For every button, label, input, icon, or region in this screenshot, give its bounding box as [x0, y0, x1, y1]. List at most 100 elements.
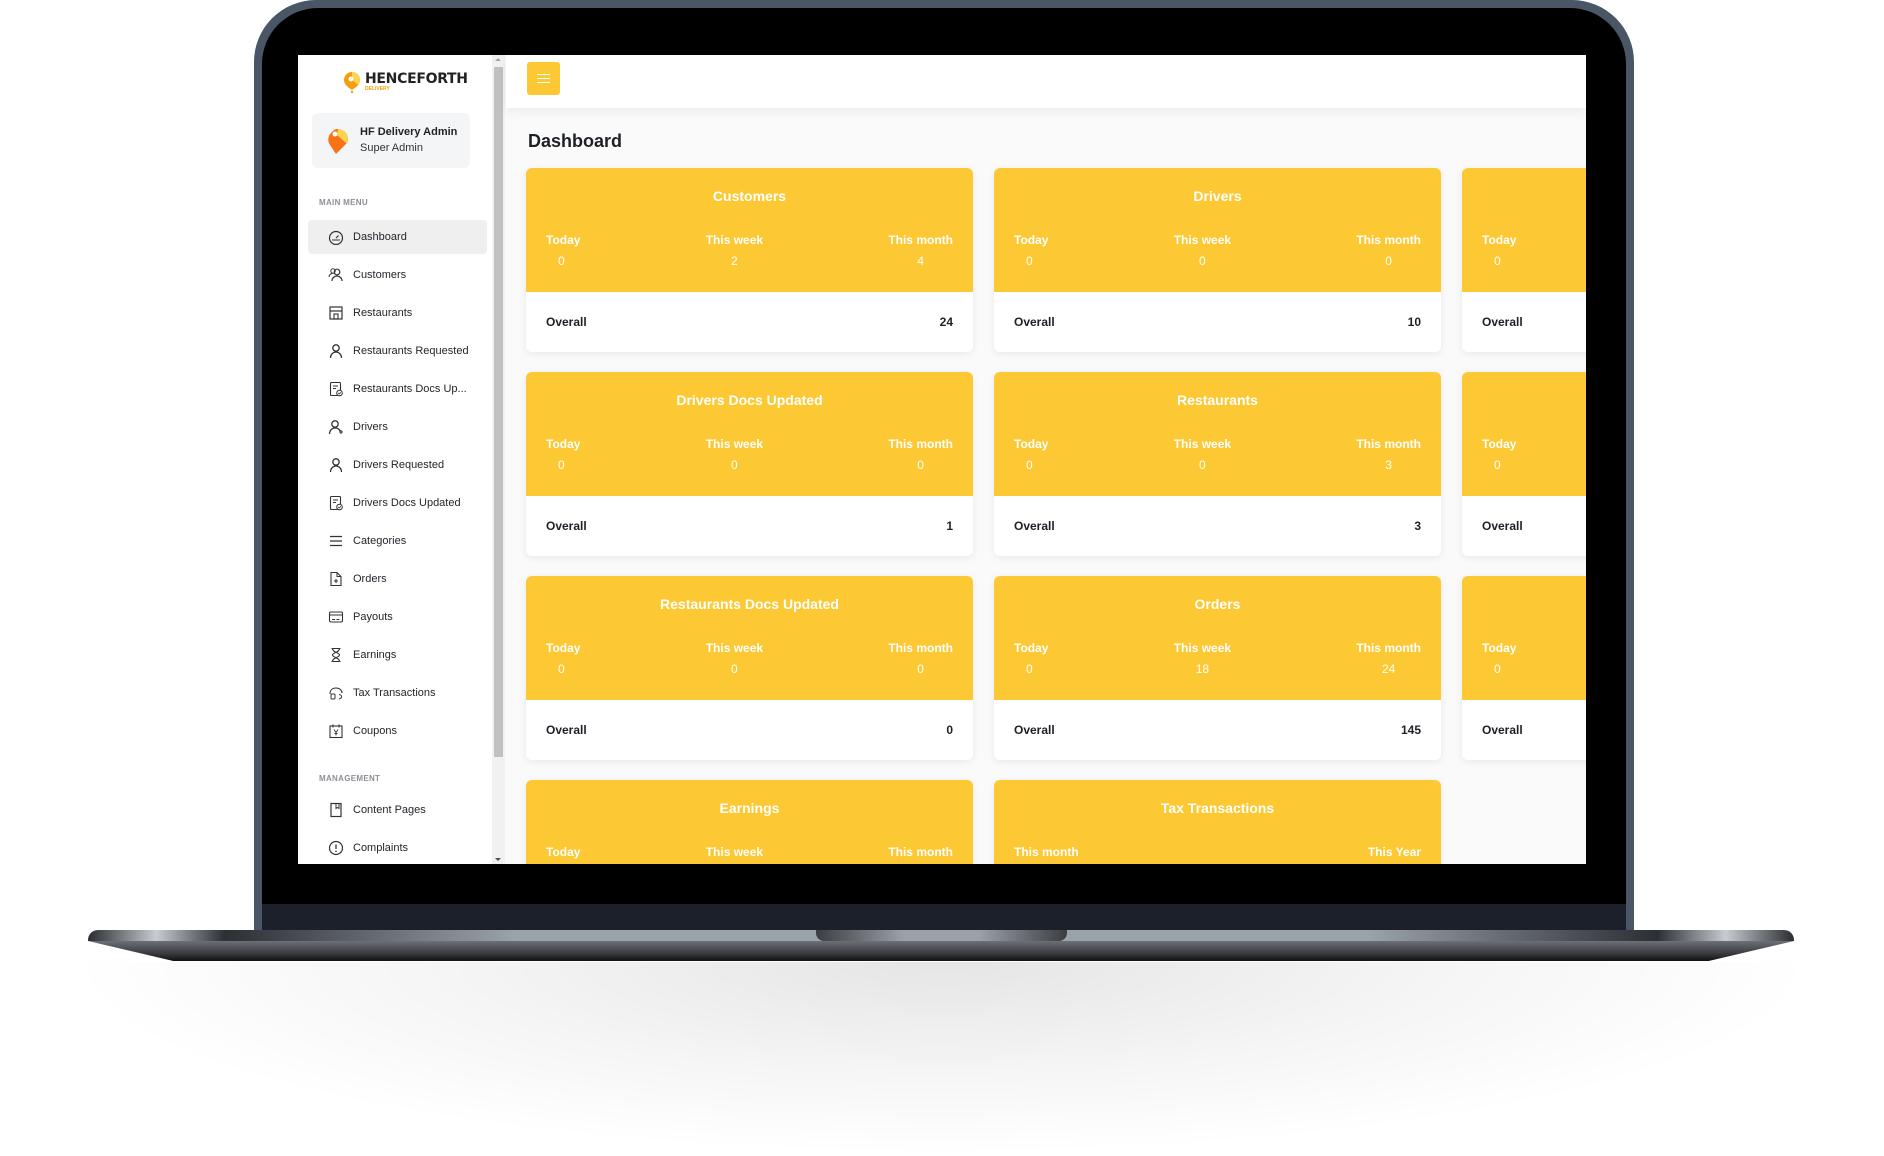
brand-logo[interactable]: HENCEFORTH DELIVERY — [343, 67, 468, 97]
stat-card-orders[interactable]: Orders Today 0 This week 18 This month 24 Overa… — [994, 576, 1441, 760]
sidebar-item-dashboard[interactable]: Dashboard — [308, 220, 487, 254]
stat-card-partial-2[interactable]: Today 0 Overall — [1462, 168, 1586, 352]
stat-value: 0 — [731, 662, 738, 676]
stat-label: This week — [705, 641, 764, 655]
sidebar-item-label: Orders — [353, 573, 387, 585]
alert-circle-icon — [328, 840, 344, 856]
sidebar-item-restaurants-requested[interactable]: Restaurants Requested — [308, 334, 487, 368]
sidebar-item-tax-transactions[interactable]: Tax Transactions — [308, 676, 487, 710]
main-menu: Dashboard Customers Restaurants Restaurants… — [308, 220, 487, 752]
stat-label: This week — [1173, 437, 1232, 451]
card-overall-row: Overall 24 — [526, 292, 973, 352]
card-overall-row: Overall 0 — [526, 700, 973, 760]
stat-card-earnings[interactable]: Earnings Today This week This month — [526, 780, 973, 864]
stat-value: 4 — [917, 254, 924, 268]
stat-this-month: This month 3 — [1356, 434, 1421, 476]
stat-this-week: This week 0 — [706, 434, 763, 476]
stat-card-partial-5[interactable]: Today 0 Overall — [1462, 372, 1586, 556]
card-header: Today 0 — [1462, 372, 1586, 496]
card-stats: Today 0 This week 0 This month 0 — [546, 638, 953, 680]
stat-value: 0 — [558, 662, 565, 676]
sidebar-item-drivers[interactable]: Drivers — [308, 410, 487, 444]
profile-card[interactable]: HF Delivery Admin Super Admin — [312, 113, 470, 168]
stat-card-tax-transactions[interactable]: Tax Transactions This month This Year — [994, 780, 1441, 864]
document-check-icon — [328, 495, 344, 511]
brand-name: HENCEFORTH — [365, 71, 468, 87]
sidebar-scrollbar[interactable] — [492, 55, 505, 864]
stat-card-restaurants-docs-updated[interactable]: Restaurants Docs Updated Today 0 This week 0… — [526, 576, 973, 760]
sidebar-item-restaurants-docs-up[interactable]: Restaurants Docs Up... — [308, 372, 487, 406]
sidebar-item-coupons[interactable]: Coupons — [308, 714, 487, 748]
stat-today: Today 0 — [546, 434, 580, 476]
laptop-shadow — [60, 962, 1824, 1156]
stat-value: 24 — [1381, 662, 1396, 676]
card-title: Drivers — [1193, 188, 1242, 204]
stat-value: 2 — [731, 254, 738, 268]
stat-label: This month — [1356, 233, 1421, 247]
stat-label: Today — [1014, 233, 1049, 247]
sidebar-item-complaints[interactable]: Complaints — [308, 831, 487, 864]
stat-this-week: This week 2 — [706, 230, 763, 272]
sidebar-item-drivers-docs-updated[interactable]: Drivers Docs Updated — [308, 486, 487, 520]
scroll-up-icon[interactable] — [495, 58, 501, 61]
overall-value: 0 — [946, 723, 953, 737]
hourglass-icon — [328, 647, 344, 663]
overall-label: Overall — [1014, 315, 1055, 329]
stat-today: Today — [546, 842, 580, 863]
sidebar-item-orders[interactable]: Orders — [308, 562, 487, 596]
stat-value: 0 — [917, 458, 924, 472]
document-check-icon — [328, 381, 344, 397]
stat-card-drivers[interactable]: Drivers Today 0 This week 0 This month 0 Overal… — [994, 168, 1441, 352]
stat-value: 0 — [558, 254, 565, 268]
page-title: Dashboard — [528, 131, 623, 151]
sidebar-item-categories[interactable]: Categories — [308, 524, 487, 558]
profile-role: Super Admin — [360, 141, 423, 154]
stat-card-partial-8[interactable]: Today 0 Overall — [1462, 576, 1586, 760]
stat-this-month: This month — [888, 842, 953, 863]
sidebar-item-label: Tax Transactions — [353, 687, 436, 699]
sidebar-item-earnings[interactable]: Earnings — [308, 638, 487, 672]
overall-value: 1 — [946, 519, 953, 533]
sidebar-item-restaurants[interactable]: Restaurants — [308, 296, 487, 330]
scroll-down-icon[interactable] — [495, 858, 501, 861]
user-icon — [328, 457, 344, 473]
sidebar-item-payouts[interactable]: Payouts — [308, 600, 487, 634]
sidebar-item-content-pages[interactable]: Content Pages — [308, 793, 487, 827]
card-header: Earnings Today This week This month — [526, 780, 973, 864]
sidebar-item-label: Categories — [353, 535, 407, 547]
stat-today: Today 0 — [1482, 434, 1516, 476]
stat-this-week: This week 0 — [1174, 434, 1231, 476]
stat-card-customers[interactable]: Customers Today 0 This week 2 This month 4 Over… — [526, 168, 973, 352]
sidebar-item-label: Drivers Docs Updated — [353, 497, 461, 509]
stat-this-month: This month 0 — [888, 434, 953, 476]
card-header: Today 0 — [1462, 576, 1586, 700]
card-overall-row: Overall 145 — [994, 700, 1441, 760]
stat-label: Today — [546, 845, 581, 859]
stat-value: 0 — [917, 662, 924, 676]
credit-card-icon — [328, 609, 344, 625]
sidebar-item-label: Payouts — [353, 611, 393, 623]
stat-value: 0 — [1199, 458, 1206, 472]
hamburger-icon — [537, 74, 550, 82]
overall-value: 24 — [939, 315, 953, 329]
stat-today: Today 0 — [546, 638, 580, 680]
card-stats: This month This Year — [1014, 842, 1421, 863]
overall-label: Overall — [1014, 723, 1055, 737]
sidebar-item-label: Drivers Requested — [353, 459, 445, 471]
scrollbar-thumb[interactable] — [494, 67, 503, 757]
stat-label: This month — [888, 437, 953, 451]
card-stats: Today 0 This week 18 This month 24 — [1014, 638, 1421, 680]
card-title: Tax Transactions — [1160, 800, 1275, 816]
sidebar-item-label: Restaurants — [353, 307, 413, 319]
overall-label: Overall — [546, 519, 587, 533]
overall-value: 145 — [1400, 723, 1421, 737]
sidebar-item-label: Dashboard — [353, 231, 407, 243]
sidebar-item-drivers-requested[interactable]: Drivers Requested — [308, 448, 487, 482]
hamburger-menu-button[interactable] — [527, 62, 560, 95]
stat-card-drivers-docs-updated[interactable]: Drivers Docs Updated Today 0 This week 0 This… — [526, 372, 973, 556]
sidebar-item-label: Drivers — [353, 421, 388, 433]
sidebar-item-customers[interactable]: Customers — [308, 258, 487, 292]
card-header: Customers Today 0 This week 2 This month 4 — [526, 168, 973, 292]
base-body — [88, 941, 1794, 961]
stat-card-restaurants[interactable]: Restaurants Today 0 This week 0 This month 3 Ov… — [994, 372, 1441, 556]
